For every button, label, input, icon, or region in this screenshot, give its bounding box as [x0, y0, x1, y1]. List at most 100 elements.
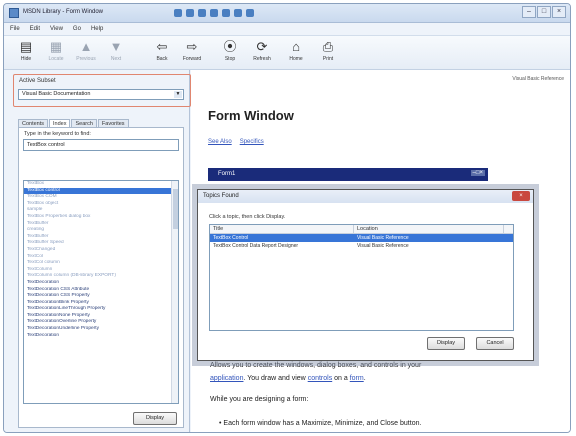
quick-access-icon[interactable]	[234, 9, 242, 17]
table-row[interactable]: TextBox Control Data Report Designer Vis…	[210, 242, 513, 250]
quick-access-icon[interactable]	[174, 9, 182, 17]
column-title[interactable]: Title	[210, 225, 354, 233]
keyword-label: Type in the keyword to find:	[24, 131, 91, 137]
list-item[interactable]: TextDecorationUnderline Property	[24, 326, 178, 333]
menu-file[interactable]: File	[10, 26, 20, 32]
menu-go[interactable]: Go	[73, 26, 81, 32]
list-item[interactable]: TextCol column	[24, 260, 178, 267]
breadcrumb: Visual Basic Reference	[512, 76, 564, 82]
active-subset-label: Active Subset	[19, 78, 56, 84]
controls-link[interactable]: controls	[308, 375, 333, 382]
list-item[interactable]: TextBox object	[24, 201, 178, 208]
dialog-cancel-button[interactable]: Cancel	[476, 337, 514, 350]
list-item[interactable]: TextDecorationBlink Property	[24, 300, 178, 307]
list-item[interactable]: TextChanged	[24, 247, 178, 254]
body-paragraph: While you are designing a form:	[210, 396, 309, 403]
index-list[interactable]: TextBox TextBox control TextBox COM TextBox…	[23, 180, 179, 404]
window-title: MSDN Library - Form Window	[23, 9, 104, 15]
quick-access-icon[interactable]	[222, 9, 230, 17]
menu-help[interactable]: Help	[91, 26, 103, 32]
dialog-instruction: Click a topic, then click Display.	[209, 214, 286, 220]
topic-links: See Also Specifics	[208, 139, 264, 145]
list-item[interactable]: TextCol	[24, 254, 178, 261]
home-icon: ⌂	[292, 39, 300, 54]
title-bar: MSDN Library - Form Window – □ ×	[4, 4, 570, 23]
list-item[interactable]: TextColumn column (DB-library EXPORT)	[24, 273, 178, 280]
back-button[interactable]: ⇦ Back	[150, 39, 174, 67]
toolbar: ▤ Hide ▦ Locate ▲ Previous ▼ Next ⇦ Back…	[4, 36, 570, 70]
menu-bar: File Edit View Go Help	[4, 23, 570, 36]
window-controls: – □ ×	[522, 6, 566, 18]
list-item[interactable]: TextBox control	[24, 187, 178, 195]
list-item[interactable]: TextBox	[24, 181, 178, 188]
list-item[interactable]: TextBox COM	[24, 194, 178, 201]
body-line-2: application. You draw and view controls …	[210, 375, 366, 382]
display-button[interactable]: Display	[133, 412, 177, 425]
home-button[interactable]: ⌂ Home	[284, 39, 308, 67]
list-item[interactable]: TextDecoration	[24, 333, 178, 340]
previous-button[interactable]: ▲ Previous	[74, 39, 98, 67]
list-item[interactable]: TextBuffer Speed	[24, 240, 178, 247]
locate-button[interactable]: ▦ Locate	[44, 39, 68, 67]
quick-access-icon[interactable]	[210, 9, 218, 17]
hide-icon: ▤	[19, 39, 33, 54]
form-caption: Form1	[218, 171, 236, 177]
list-item[interactable]: TextDecorationNone Property	[24, 313, 178, 320]
active-subset-select[interactable]: Visual Basic Documentation ▼	[18, 89, 184, 100]
form-link[interactable]: form	[350, 375, 364, 382]
keyword-input[interactable]: TextBox control	[23, 139, 179, 151]
quick-access-icon[interactable]	[246, 9, 254, 17]
locate-icon: ▦	[49, 39, 63, 54]
see-also-link[interactable]: See Also	[208, 139, 232, 145]
stop-icon: ⦿	[223, 39, 237, 54]
quick-access-icon[interactable]	[186, 9, 194, 17]
active-subset-group: Active Subset Visual Basic Documentation…	[13, 74, 191, 107]
quick-access-bar	[174, 9, 254, 17]
list-item[interactable]: TextBuffer	[24, 234, 178, 241]
application-link[interactable]: application	[210, 375, 243, 382]
specifics-link[interactable]: Specifics	[240, 139, 264, 145]
close-button[interactable]: ×	[552, 6, 566, 18]
list-item[interactable]: TextBuffer	[24, 221, 178, 228]
print-button[interactable]: ⎙ Print	[316, 39, 340, 67]
app-icon	[9, 8, 19, 18]
list-item[interactable]: TextDecorationLineThrough Property	[24, 306, 178, 313]
refresh-button[interactable]: ⟳ Refresh	[250, 39, 274, 67]
minimize-button[interactable]: –	[522, 6, 536, 18]
quick-access-icon[interactable]	[198, 9, 206, 17]
previous-icon: ▲	[79, 39, 93, 54]
forward-button[interactable]: ⇨ Forward	[180, 39, 204, 67]
column-location[interactable]: Location	[354, 225, 504, 233]
list-item[interactable]: TextDecoration CSS Property	[24, 293, 178, 300]
next-button[interactable]: ▼ Next	[104, 39, 128, 67]
topics-found-dialog: Topics Found × Click a topic, then click…	[197, 189, 534, 361]
list-item[interactable]: TextDecoration	[24, 280, 178, 287]
navigation-pane: Active Subset Visual Basic Documentation…	[4, 70, 191, 432]
list-item[interactable]: TextColumn	[24, 267, 178, 274]
form-caption-controls: –□×	[470, 170, 485, 176]
table-row[interactable]: TextBox Control Visual Basic Reference	[210, 234, 513, 242]
chevron-down-icon[interactable]: ▼	[174, 91, 182, 98]
refresh-icon: ⟳	[256, 39, 268, 54]
list-item[interactable]: sample	[24, 207, 178, 214]
page-title: Form Window	[208, 108, 294, 123]
dialog-close-button[interactable]: ×	[512, 191, 530, 201]
dialog-display-button[interactable]: Display	[427, 337, 465, 350]
body-bullet: • Each form window has a Maximize, Minim…	[219, 420, 422, 427]
hide-button[interactable]: ▤ Hide	[14, 39, 38, 67]
list-item[interactable]: creating	[24, 227, 178, 234]
next-icon: ▼	[109, 39, 123, 54]
list-item[interactable]: TextDecorationOverline Property	[24, 319, 178, 326]
body-line-1: Allows you to create the windows, dialog…	[210, 362, 422, 369]
back-icon: ⇦	[156, 39, 168, 54]
list-item[interactable]: TextDecoration CSS Attribute	[24, 287, 178, 294]
stop-button[interactable]: ⦿ Stop	[218, 39, 242, 67]
menu-view[interactable]: View	[50, 26, 63, 32]
forward-icon: ⇨	[186, 39, 198, 54]
form-caption-bar: Form1 –□×	[208, 168, 488, 181]
list-scrollbar[interactable]	[171, 181, 178, 403]
list-item[interactable]: TextBox Properties dialog box	[24, 214, 178, 221]
maximize-button[interactable]: □	[537, 6, 551, 18]
topics-table: Title Location TextBox Control Visual Ba…	[209, 224, 514, 331]
menu-edit[interactable]: Edit	[30, 26, 40, 32]
